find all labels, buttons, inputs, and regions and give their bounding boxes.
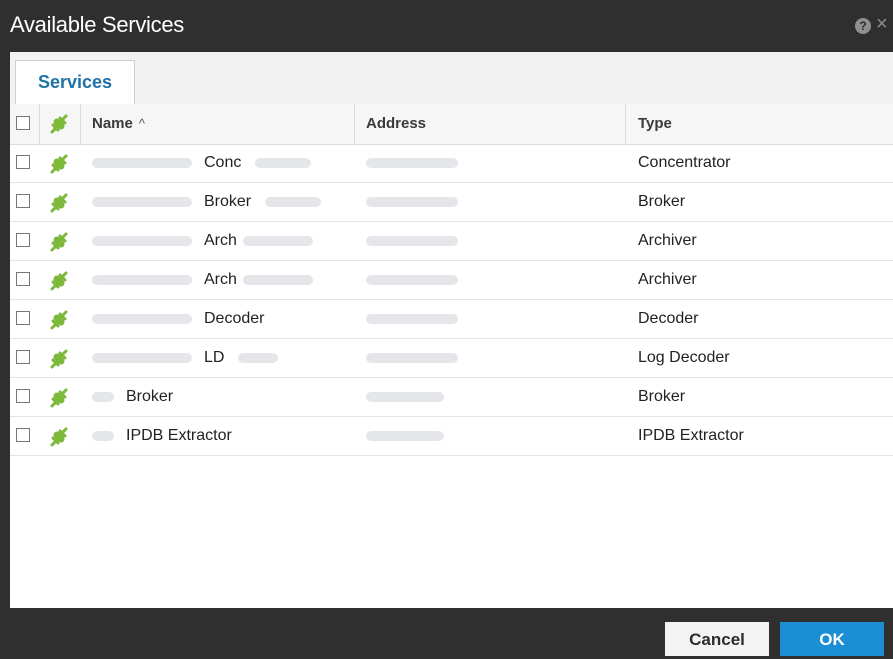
tab-services[interactable]: Services bbox=[15, 60, 135, 105]
row-checkbox[interactable] bbox=[16, 272, 30, 286]
dialog-titlebar: Available Services ? × bbox=[0, 0, 893, 52]
dialog-title: Available Services bbox=[10, 12, 184, 37]
close-icon[interactable]: × bbox=[876, 14, 888, 34]
service-type: Decoder bbox=[638, 310, 699, 327]
sort-ascending-icon: ^ bbox=[138, 116, 145, 131]
column-divider[interactable] bbox=[625, 104, 626, 144]
dialog-body: Services Name ^ Address Type Conc Concen… bbox=[10, 52, 893, 608]
redacted-text bbox=[92, 196, 192, 207]
redacted-text bbox=[92, 313, 192, 324]
service-name: Decoder bbox=[204, 310, 265, 327]
row-checkbox[interactable] bbox=[16, 350, 30, 364]
service-name: Arch bbox=[204, 232, 237, 249]
column-header-name[interactable]: Name ^ bbox=[92, 104, 145, 144]
redacted-text bbox=[92, 157, 192, 168]
service-type: Log Decoder bbox=[638, 349, 730, 366]
table-row[interactable]: Broker Broker bbox=[10, 378, 893, 417]
service-name: LD bbox=[204, 349, 225, 366]
redacted-address bbox=[366, 196, 458, 207]
plug-icon bbox=[50, 232, 68, 252]
table-row[interactable]: Arch Archiver bbox=[10, 222, 893, 261]
plug-icon bbox=[50, 427, 68, 447]
redacted-address bbox=[366, 313, 458, 324]
table-row[interactable]: Broker Broker bbox=[10, 183, 893, 222]
row-checkbox[interactable] bbox=[16, 155, 30, 169]
service-name: Broker bbox=[126, 388, 174, 405]
plug-icon bbox=[50, 114, 68, 134]
row-checkbox[interactable] bbox=[16, 194, 30, 208]
column-header-address[interactable]: Address bbox=[366, 104, 426, 144]
service-type: Archiver bbox=[638, 232, 697, 249]
service-name: Broker bbox=[204, 193, 252, 210]
table-row[interactable]: LD Log Decoder bbox=[10, 339, 893, 378]
service-type: Broker bbox=[638, 388, 686, 405]
column-divider bbox=[39, 104, 40, 144]
service-name: Conc bbox=[204, 154, 242, 171]
column-divider[interactable] bbox=[354, 104, 355, 144]
redacted-text bbox=[92, 274, 192, 285]
plug-icon bbox=[50, 388, 68, 408]
plug-icon bbox=[50, 271, 68, 291]
redacted-text bbox=[92, 430, 114, 441]
redacted-address bbox=[366, 274, 458, 285]
redacted-address bbox=[366, 391, 444, 402]
redacted-text bbox=[242, 235, 313, 246]
row-checkbox[interactable] bbox=[16, 428, 30, 442]
service-name: Arch bbox=[204, 271, 237, 288]
table-row[interactable]: Decoder Decoder bbox=[10, 300, 893, 339]
plug-icon bbox=[50, 349, 68, 369]
table-row[interactable]: Conc Concentrator bbox=[10, 144, 893, 183]
select-all-checkbox[interactable] bbox=[16, 116, 30, 130]
help-icon[interactable]: ? bbox=[855, 18, 871, 34]
row-checkbox[interactable] bbox=[16, 233, 30, 247]
cancel-button[interactable]: Cancel bbox=[665, 622, 769, 656]
dialog-footer: Cancel OK bbox=[0, 608, 893, 659]
redacted-text bbox=[265, 196, 322, 207]
redacted-text bbox=[92, 352, 192, 363]
redacted-text bbox=[92, 235, 192, 246]
redacted-text bbox=[92, 391, 114, 402]
service-name: IPDB Extractor bbox=[126, 427, 232, 444]
tab-strip: Services bbox=[10, 52, 893, 105]
redacted-text bbox=[238, 352, 279, 363]
redacted-text bbox=[242, 274, 313, 285]
row-checkbox[interactable] bbox=[16, 389, 30, 403]
service-type: Archiver bbox=[638, 271, 697, 288]
table-row[interactable]: IPDB Extractor IPDB Extractor bbox=[10, 417, 893, 456]
redacted-address bbox=[366, 352, 458, 363]
redacted-address bbox=[366, 157, 458, 168]
table-header: Name ^ Address Type bbox=[10, 104, 893, 145]
column-divider bbox=[80, 104, 81, 144]
plug-icon bbox=[50, 193, 68, 213]
plug-icon bbox=[50, 154, 68, 174]
redacted-address bbox=[366, 235, 458, 246]
column-header-name-label: Name bbox=[92, 115, 133, 132]
redacted-address bbox=[366, 430, 444, 441]
service-type: Broker bbox=[638, 193, 686, 210]
redacted-text bbox=[255, 157, 312, 168]
available-services-dialog: Available Services ? × Services Name ^ A… bbox=[0, 0, 893, 659]
row-checkbox[interactable] bbox=[16, 311, 30, 325]
ok-button[interactable]: OK bbox=[780, 622, 884, 656]
table-row[interactable]: Arch Archiver bbox=[10, 261, 893, 300]
column-header-type[interactable]: Type bbox=[638, 104, 672, 144]
plug-icon bbox=[50, 310, 68, 330]
service-type: Concentrator bbox=[638, 154, 731, 171]
service-type: IPDB Extractor bbox=[638, 427, 744, 444]
